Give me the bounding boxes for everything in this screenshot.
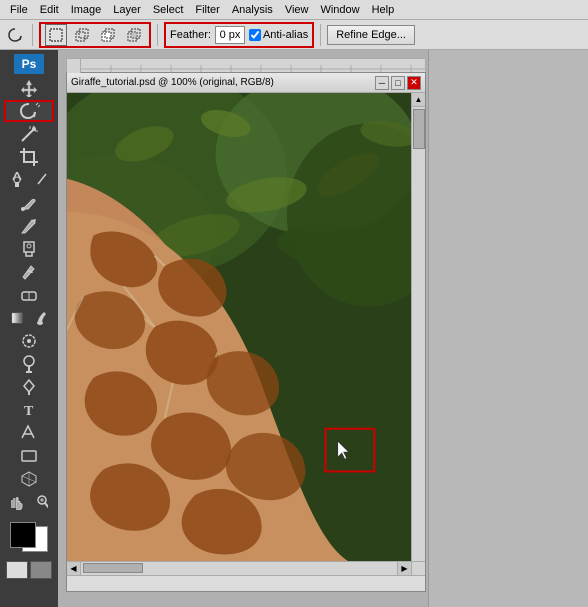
eyedropper-tool[interactable] (4, 169, 29, 191)
svg-text:T: T (24, 404, 34, 419)
quick-mask-button[interactable] (30, 561, 52, 579)
status-bar (67, 575, 425, 591)
zoom-tool[interactable] (29, 491, 54, 513)
lasso-tool-button[interactable] (4, 24, 26, 46)
menu-view[interactable]: View (279, 0, 315, 19)
pen-tool[interactable] (4, 376, 54, 398)
menu-bar: File Edit Image Layer Select Filter Anal… (0, 0, 588, 20)
minimize-button[interactable]: ─ (375, 76, 389, 90)
scrollbar-thumb-vertical[interactable] (413, 109, 425, 149)
menu-select[interactable]: Select (147, 0, 190, 19)
magic-wand-tool[interactable] (4, 123, 54, 145)
scroll-up-arrow[interactable]: ▲ (412, 93, 425, 107)
menu-layer[interactable]: Layer (107, 0, 147, 19)
crop-tool[interactable] (4, 146, 54, 168)
paint-bucket-tool[interactable] (29, 307, 54, 329)
eraser-tool[interactable] (4, 284, 54, 306)
refine-edge-button[interactable]: Refine Edge... (327, 25, 415, 45)
right-panel (428, 50, 588, 607)
menu-edit[interactable]: Edit (34, 0, 65, 19)
ruler-marks (81, 59, 425, 73)
document-content: ▲ ▼ ◀ ▶ (67, 93, 425, 575)
gradient-tool[interactable] (4, 307, 29, 329)
intersect-selection-button[interactable] (123, 24, 145, 46)
toolbar-separator-2 (157, 24, 158, 46)
antialias-group: Anti-alias (249, 29, 308, 41)
antialias-label: Anti-alias (263, 29, 308, 41)
foreground-color-swatch[interactable] (10, 522, 36, 548)
path-selection-tool[interactable] (4, 422, 54, 444)
toolbar-separator-1 (32, 24, 33, 46)
shape-tool[interactable] (4, 445, 54, 467)
feather-group: Feather: Anti-alias (164, 22, 314, 48)
clone-stamp-tool[interactable] (4, 238, 54, 260)
document-window: Giraffe_tutorial.psd @ 100% (original, R… (66, 72, 426, 592)
scrollbar-horizontal[interactable]: ◀ ▶ (67, 561, 411, 575)
menu-image[interactable]: Image (65, 0, 108, 19)
antialias-checkbox[interactable] (249, 29, 261, 41)
menu-help[interactable]: Help (366, 0, 401, 19)
menu-filter[interactable]: Filter (189, 0, 225, 19)
subtract-selection-button[interactable] (97, 24, 119, 46)
document-titlebar: Giraffe_tutorial.psd @ 100% (original, R… (67, 73, 425, 93)
canvas-area: Giraffe_tutorial.psd @ 100% (original, R… (58, 50, 428, 607)
history-brush-tool[interactable] (4, 261, 54, 283)
menu-file[interactable]: File (4, 0, 34, 19)
feather-label: Feather: (170, 29, 211, 41)
dodge-tool[interactable] (4, 353, 54, 375)
document-controls: ─ □ ✕ (375, 76, 421, 90)
ps-logo: Ps (14, 54, 44, 74)
menu-window[interactable]: Window (314, 0, 365, 19)
selection-mode-group (39, 22, 151, 48)
gradient-group (4, 307, 54, 329)
move-tool[interactable] (4, 77, 54, 99)
scrollbar-corner (411, 561, 425, 575)
eyedropper-group (4, 169, 54, 191)
scroll-right-arrow[interactable]: ▶ (397, 562, 411, 575)
ruler-corner (67, 59, 81, 73)
ruler-horizontal (66, 58, 426, 72)
toolbar-separator-3 (320, 24, 321, 46)
blur-tool[interactable] (4, 330, 54, 352)
3d-tool[interactable] (4, 468, 54, 490)
options-toolbar: Feather: Anti-alias Refine Edge... (0, 20, 588, 50)
giraffe-canvas[interactable] (67, 93, 411, 561)
scroll-left-arrow[interactable]: ◀ (67, 562, 81, 575)
giraffe-image (67, 93, 411, 561)
new-selection-button[interactable] (45, 24, 67, 46)
scrollbar-thumb-horizontal[interactable] (83, 563, 143, 573)
left-toolbar: Ps (0, 50, 58, 607)
color-swatches (4, 518, 54, 556)
quick-mask-area (4, 561, 54, 581)
hand-tool[interactable] (4, 491, 29, 513)
maximize-button[interactable]: □ (391, 76, 405, 90)
main-area: Ps (0, 50, 588, 607)
healing-brush-tool[interactable] (4, 192, 54, 214)
menu-analysis[interactable]: Analysis (226, 0, 279, 19)
measure-tool[interactable] (29, 169, 54, 191)
add-selection-button[interactable] (71, 24, 93, 46)
hand-zoom-group (4, 491, 54, 513)
close-button[interactable]: ✕ (407, 76, 421, 90)
brush-tool[interactable] (4, 215, 54, 237)
standard-mode-button[interactable] (6, 561, 28, 579)
scrollbar-vertical[interactable]: ▲ ▼ (411, 93, 425, 575)
feather-input[interactable] (215, 26, 245, 44)
type-tool[interactable]: T (4, 399, 54, 421)
lasso-tool[interactable] (4, 100, 54, 122)
document-title: Giraffe_tutorial.psd @ 100% (original, R… (71, 77, 375, 88)
